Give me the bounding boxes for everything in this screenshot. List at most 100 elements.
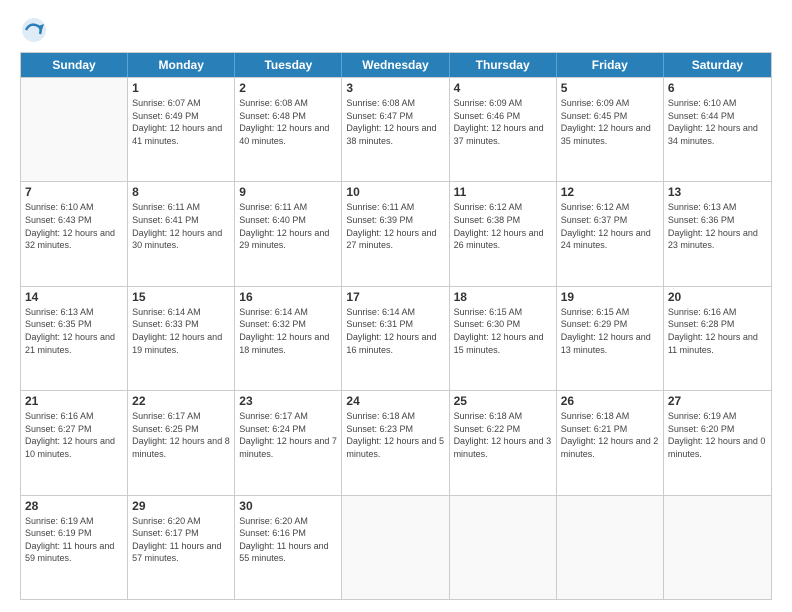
day-info: Sunrise: 6:16 AMSunset: 6:27 PMDaylight:…	[25, 410, 123, 460]
day-info: Sunrise: 6:14 AMSunset: 6:31 PMDaylight:…	[346, 306, 444, 356]
day-cell-25: 25 Sunrise: 6:18 AMSunset: 6:22 PMDayligh…	[450, 391, 557, 494]
logo	[20, 16, 50, 44]
day-cell-27: 27 Sunrise: 6:19 AMSunset: 6:20 PMDayligh…	[664, 391, 771, 494]
day-number: 27	[668, 394, 767, 408]
day-info: Sunrise: 6:19 AMSunset: 6:20 PMDaylight:…	[668, 410, 767, 460]
day-cell-10: 10 Sunrise: 6:11 AMSunset: 6:39 PMDayligh…	[342, 182, 449, 285]
day-info: Sunrise: 6:12 AMSunset: 6:38 PMDaylight:…	[454, 201, 552, 251]
day-number: 10	[346, 185, 444, 199]
day-cell-7: 7Sunrise: 6:10 AMSunset: 6:43 PMDaylight…	[21, 182, 128, 285]
day-cell-24: 24 Sunrise: 6:18 AMSunset: 6:23 PMDayligh…	[342, 391, 449, 494]
day-info: Sunrise: 6:16 AMSunset: 6:28 PMDaylight:…	[668, 306, 767, 356]
day-header-friday: Friday	[557, 53, 664, 77]
day-header-thursday: Thursday	[450, 53, 557, 77]
day-number: 21	[25, 394, 123, 408]
day-info: Sunrise: 6:20 AMSunset: 6:17 PMDaylight:…	[132, 515, 230, 565]
logo-icon	[20, 16, 48, 44]
day-number: 9	[239, 185, 337, 199]
day-cell-21: 21 Sunrise: 6:16 AMSunset: 6:27 PMDayligh…	[21, 391, 128, 494]
day-cell-15: 15 Sunrise: 6:14 AMSunset: 6:33 PMDayligh…	[128, 287, 235, 390]
day-info: Sunrise: 6:18 AMSunset: 6:23 PMDaylight:…	[346, 410, 444, 460]
day-cell-6: 6Sunrise: 6:10 AMSunset: 6:44 PMDaylight…	[664, 78, 771, 181]
calendar-week-5: 28 Sunrise: 6:19 AMSunset: 6:19 PMDayligh…	[21, 495, 771, 599]
day-number: 14	[25, 290, 123, 304]
day-info: Sunrise: 6:19 AMSunset: 6:19 PMDaylight:…	[25, 515, 123, 565]
day-number: 22	[132, 394, 230, 408]
day-cell-26: 26 Sunrise: 6:18 AMSunset: 6:21 PMDayligh…	[557, 391, 664, 494]
day-cell-14: 14Sunrise: 6:13 AMSunset: 6:35 PMDayligh…	[21, 287, 128, 390]
day-number: 13	[668, 185, 767, 199]
day-number: 17	[346, 290, 444, 304]
day-cell-16: 16 Sunrise: 6:14 AMSunset: 6:32 PMDayligh…	[235, 287, 342, 390]
day-header-monday: Monday	[128, 53, 235, 77]
day-number: 19	[561, 290, 659, 304]
day-cell-17: 17 Sunrise: 6:14 AMSunset: 6:31 PMDayligh…	[342, 287, 449, 390]
day-cell-13: 13 Sunrise: 6:13 AMSunset: 6:36 PMDayligh…	[664, 182, 771, 285]
day-info: Sunrise: 6:11 AMSunset: 6:40 PMDaylight:…	[239, 201, 337, 251]
day-header-sunday: Sunday	[21, 53, 128, 77]
page-header	[20, 16, 772, 44]
day-cell-empty	[21, 78, 128, 181]
day-cell-29: 29 Sunrise: 6:20 AMSunset: 6:17 PMDayligh…	[128, 496, 235, 599]
day-info: Sunrise: 6:10 AMSunset: 6:43 PMDaylight:…	[25, 201, 123, 251]
day-header-tuesday: Tuesday	[235, 53, 342, 77]
calendar-week-3: 14Sunrise: 6:13 AMSunset: 6:35 PMDayligh…	[21, 286, 771, 390]
day-cell-11: 11 Sunrise: 6:12 AMSunset: 6:38 PMDayligh…	[450, 182, 557, 285]
day-header-saturday: Saturday	[664, 53, 771, 77]
day-number: 8	[132, 185, 230, 199]
day-number: 16	[239, 290, 337, 304]
day-header-wednesday: Wednesday	[342, 53, 449, 77]
day-info: Sunrise: 6:10 AMSunset: 6:44 PMDaylight:…	[668, 97, 767, 147]
day-number: 12	[561, 185, 659, 199]
day-info: Sunrise: 6:11 AMSunset: 6:41 PMDaylight:…	[132, 201, 230, 251]
calendar-header: SundayMondayTuesdayWednesdayThursdayFrid…	[21, 53, 771, 77]
day-info: Sunrise: 6:13 AMSunset: 6:36 PMDaylight:…	[668, 201, 767, 251]
day-number: 18	[454, 290, 552, 304]
day-info: Sunrise: 6:14 AMSunset: 6:32 PMDaylight:…	[239, 306, 337, 356]
day-info: Sunrise: 6:17 AMSunset: 6:24 PMDaylight:…	[239, 410, 337, 460]
day-cell-5: 5Sunrise: 6:09 AMSunset: 6:45 PMDaylight…	[557, 78, 664, 181]
day-cell-empty	[664, 496, 771, 599]
day-number: 25	[454, 394, 552, 408]
day-info: Sunrise: 6:17 AMSunset: 6:25 PMDaylight:…	[132, 410, 230, 460]
day-cell-19: 19 Sunrise: 6:15 AMSunset: 6:29 PMDayligh…	[557, 287, 664, 390]
day-number: 29	[132, 499, 230, 513]
day-info: Sunrise: 6:09 AMSunset: 6:46 PMDaylight:…	[454, 97, 552, 147]
day-info: Sunrise: 6:18 AMSunset: 6:21 PMDaylight:…	[561, 410, 659, 460]
day-number: 11	[454, 185, 552, 199]
calendar-week-2: 7Sunrise: 6:10 AMSunset: 6:43 PMDaylight…	[21, 181, 771, 285]
day-number: 3	[346, 81, 444, 95]
day-info: Sunrise: 6:15 AMSunset: 6:30 PMDaylight:…	[454, 306, 552, 356]
day-cell-20: 20 Sunrise: 6:16 AMSunset: 6:28 PMDayligh…	[664, 287, 771, 390]
day-info: Sunrise: 6:18 AMSunset: 6:22 PMDaylight:…	[454, 410, 552, 460]
day-cell-12: 12 Sunrise: 6:12 AMSunset: 6:37 PMDayligh…	[557, 182, 664, 285]
day-info: Sunrise: 6:07 AMSunset: 6:49 PMDaylight:…	[132, 97, 230, 147]
day-info: Sunrise: 6:08 AMSunset: 6:48 PMDaylight:…	[239, 97, 337, 147]
day-number: 28	[25, 499, 123, 513]
day-cell-8: 8 Sunrise: 6:11 AMSunset: 6:41 PMDaylight…	[128, 182, 235, 285]
day-info: Sunrise: 6:15 AMSunset: 6:29 PMDaylight:…	[561, 306, 659, 356]
day-number: 4	[454, 81, 552, 95]
day-number: 5	[561, 81, 659, 95]
day-cell-23: 23 Sunrise: 6:17 AMSunset: 6:24 PMDayligh…	[235, 391, 342, 494]
day-cell-4: 4 Sunrise: 6:09 AMSunset: 6:46 PMDaylight…	[450, 78, 557, 181]
day-info: Sunrise: 6:12 AMSunset: 6:37 PMDaylight:…	[561, 201, 659, 251]
day-number: 26	[561, 394, 659, 408]
calendar-body: 1 Sunrise: 6:07 AMSunset: 6:49 PMDaylight…	[21, 77, 771, 599]
day-info: Sunrise: 6:14 AMSunset: 6:33 PMDaylight:…	[132, 306, 230, 356]
day-number: 23	[239, 394, 337, 408]
day-number: 24	[346, 394, 444, 408]
calendar: SundayMondayTuesdayWednesdayThursdayFrid…	[20, 52, 772, 600]
day-cell-empty	[342, 496, 449, 599]
day-cell-9: 9 Sunrise: 6:11 AMSunset: 6:40 PMDaylight…	[235, 182, 342, 285]
day-number: 1	[132, 81, 230, 95]
day-number: 30	[239, 499, 337, 513]
day-info: Sunrise: 6:11 AMSunset: 6:39 PMDaylight:…	[346, 201, 444, 251]
day-cell-22: 22 Sunrise: 6:17 AMSunset: 6:25 PMDayligh…	[128, 391, 235, 494]
day-cell-empty	[450, 496, 557, 599]
day-number: 20	[668, 290, 767, 304]
day-number: 15	[132, 290, 230, 304]
calendar-week-4: 21 Sunrise: 6:16 AMSunset: 6:27 PMDayligh…	[21, 390, 771, 494]
day-number: 2	[239, 81, 337, 95]
day-cell-30: 30Sunrise: 6:20 AMSunset: 6:16 PMDayligh…	[235, 496, 342, 599]
